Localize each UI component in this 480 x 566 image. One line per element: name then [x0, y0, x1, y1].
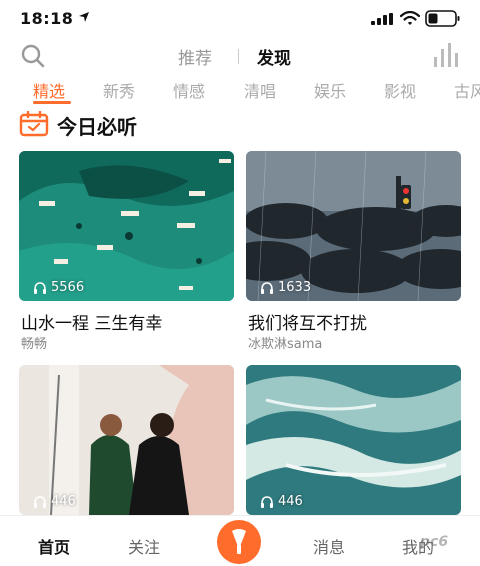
section-title: 今日必听: [57, 115, 137, 139]
song-cover-image[interactable]: 1633: [246, 151, 461, 301]
category-active-indicator: [33, 101, 71, 104]
headphone-icon: [261, 495, 273, 508]
microphone-icon: [232, 529, 246, 554]
category-tab-film[interactable]: 影视: [384, 78, 416, 102]
headphone-icon: [34, 281, 46, 294]
couple-photo-image: [19, 365, 234, 515]
tab-recommend[interactable]: 推荐: [178, 44, 212, 69]
calendar-icon: [19, 111, 49, 137]
singer-name[interactable]: 畅畅: [21, 333, 47, 352]
play-count: 1633: [260, 280, 311, 295]
headphone-icon: [261, 281, 273, 294]
song-title[interactable]: 我们将互不打扰: [248, 309, 367, 334]
song-cover-image[interactable]: 446: [246, 365, 461, 515]
category-tab-emotion[interactable]: 情感: [173, 78, 205, 102]
singer-name[interactable]: 冰欺淋sama: [248, 333, 322, 352]
cellular-signal-icon: [371, 13, 393, 25]
category-tab-ancient[interactable]: 古风: [454, 78, 480, 102]
category-tab-entertainment[interactable]: 娱乐: [314, 78, 346, 102]
song-title[interactable]: 山水一程 三生有幸: [21, 309, 162, 334]
watermark: pc6: [420, 534, 449, 550]
category-tab-new[interactable]: 新秀: [103, 78, 135, 102]
song-cover-image[interactable]: 446: [19, 365, 234, 515]
bottom-nav: 首页 关注 消息 我的 pc6: [0, 515, 480, 566]
record-button[interactable]: [217, 520, 261, 564]
battery-icon: [425, 10, 460, 27]
play-count-value: 446: [278, 494, 303, 509]
wifi-icon: [400, 11, 420, 25]
ocean-waves-image: [246, 365, 461, 515]
play-count: 5566: [33, 280, 84, 295]
song-card[interactable]: 1633 我们将互不打扰 冰欺淋sama: [246, 151, 461, 352]
nav-messages[interactable]: 消息: [313, 534, 345, 558]
play-count-value: 446: [51, 494, 76, 509]
status-time: 18:18: [20, 9, 74, 28]
tab-divider: [238, 49, 239, 64]
aerial-sea-image: [19, 151, 234, 301]
play-count-value: 1633: [278, 280, 312, 295]
category-tab-acapella[interactable]: 清唱: [244, 78, 276, 102]
headphone-icon: [34, 495, 46, 508]
song-card[interactable]: 5566 山水一程 三生有幸 畅畅: [19, 151, 234, 352]
umbrellas-rain-image: [246, 151, 461, 301]
tab-discover[interactable]: 发现: [257, 44, 291, 69]
play-count-value: 5566: [51, 280, 85, 295]
location-arrow-icon: [79, 12, 89, 22]
category-tab-featured[interactable]: 精选: [33, 78, 65, 102]
search-icon[interactable]: [20, 43, 46, 69]
nav-home[interactable]: 首页: [38, 534, 70, 558]
song-card[interactable]: 446: [246, 365, 461, 515]
play-count: 446: [260, 494, 303, 509]
nav-follow[interactable]: 关注: [128, 534, 160, 558]
song-cover-image[interactable]: 5566: [19, 151, 234, 301]
song-card[interactable]: 446: [19, 365, 234, 515]
play-count: 446: [33, 494, 76, 509]
bar-chart-icon[interactable]: [432, 43, 462, 67]
status-bar: 18:18: [0, 0, 480, 40]
